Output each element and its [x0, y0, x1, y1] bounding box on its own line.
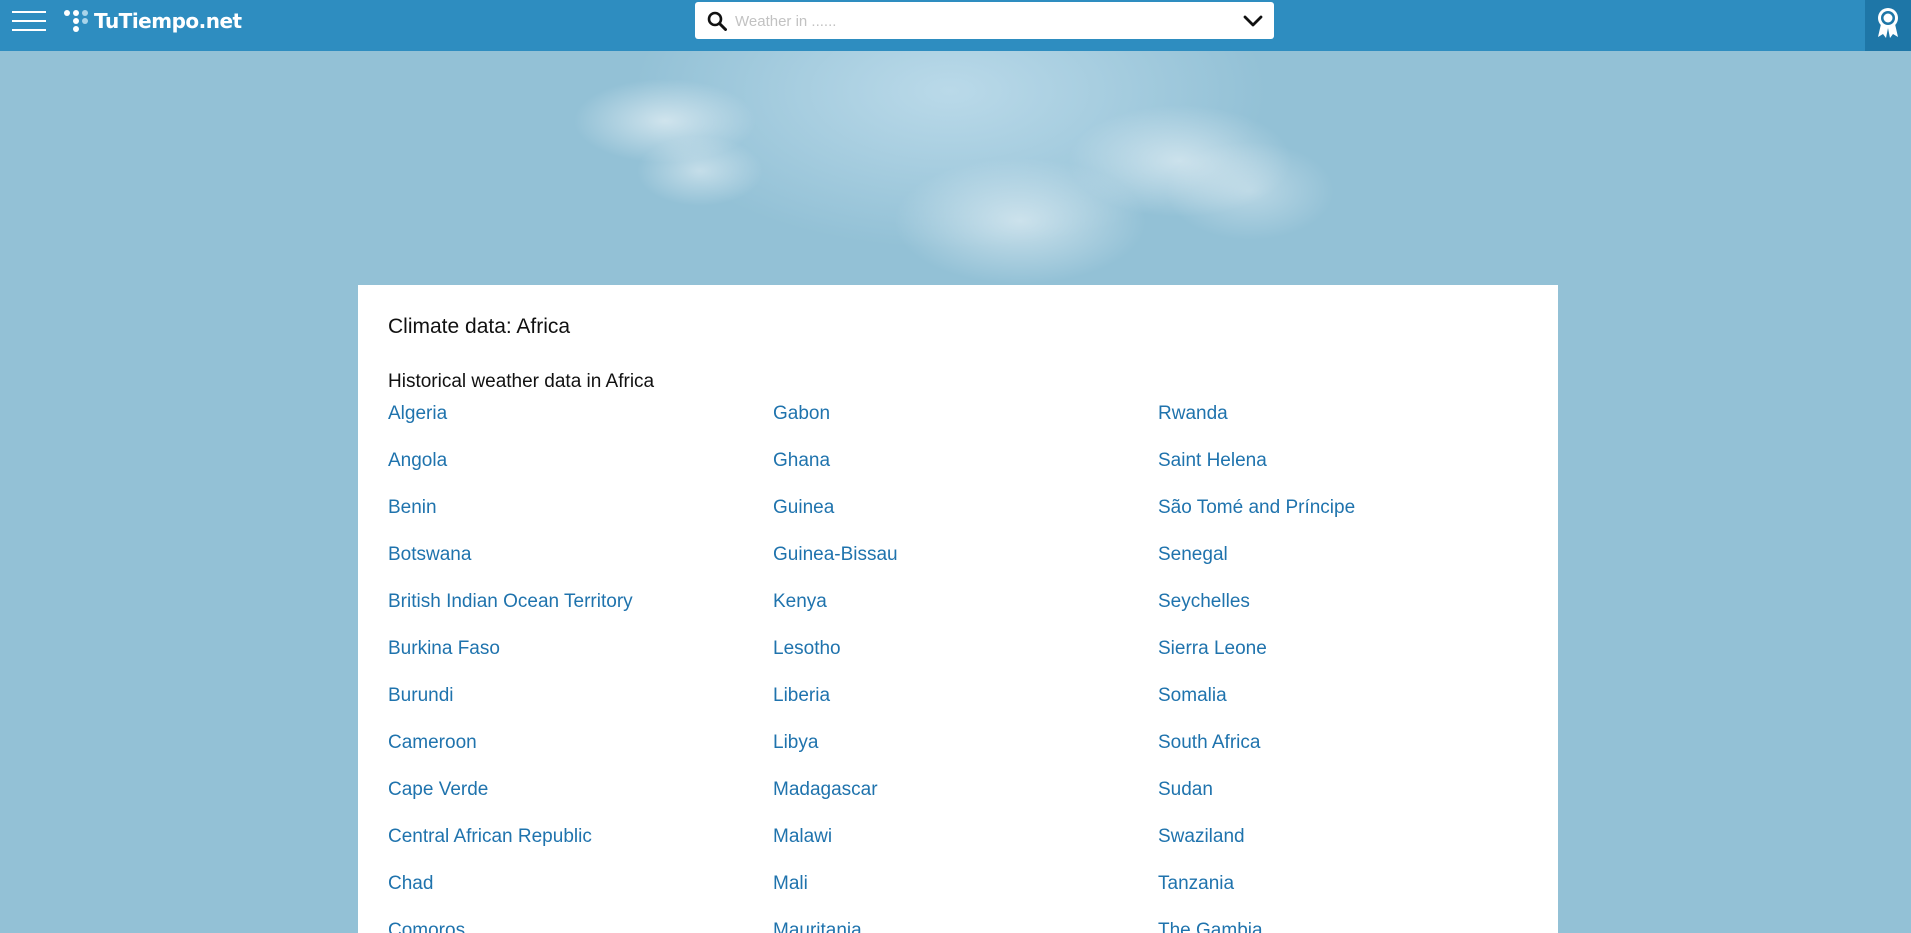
country-link[interactable]: Cameroon [388, 731, 773, 778]
country-link[interactable]: Chad [388, 872, 773, 919]
country-link[interactable]: São Tomé and Príncipe [1158, 496, 1543, 543]
logo-text: TuTiempo.net [94, 9, 242, 33]
country-link[interactable]: Lesotho [773, 637, 1158, 684]
country-link[interactable]: Sierra Leone [1158, 637, 1543, 684]
country-link[interactable]: Central African Republic [388, 825, 773, 872]
country-link[interactable]: The Gambia [1158, 919, 1543, 933]
country-link[interactable]: South Africa [1158, 731, 1543, 778]
country-link[interactable]: British Indian Ocean Territory [388, 590, 773, 637]
award-ribbon-icon [1878, 8, 1898, 38]
country-link[interactable]: Comoros [388, 919, 773, 933]
country-link[interactable]: Ghana [773, 449, 1158, 496]
site-logo[interactable]: TuTiempo.net [64, 4, 242, 38]
hamburger-menu-icon[interactable] [12, 11, 46, 35]
country-link[interactable]: Libya [773, 731, 1158, 778]
search-input[interactable] [733, 8, 1217, 35]
chevron-down-icon[interactable] [1242, 12, 1264, 30]
award-button[interactable] [1865, 0, 1911, 51]
page-title: Climate data: Africa [388, 315, 571, 338]
country-link[interactable]: Swaziland [1158, 825, 1543, 872]
country-link[interactable]: Somalia [1158, 684, 1543, 731]
country-link[interactable]: Gabon [773, 402, 1158, 449]
country-link[interactable]: Guinea [773, 496, 1158, 543]
country-list: Algeria Angola Benin Botswana British In… [388, 402, 1558, 933]
country-link[interactable]: Benin [388, 496, 773, 543]
country-link[interactable]: Mauritania [773, 919, 1158, 933]
country-link[interactable]: Botswana [388, 543, 773, 590]
country-link[interactable]: Burkina Faso [388, 637, 773, 684]
section-title: Historical weather data in Africa [388, 371, 655, 392]
country-link[interactable]: Algeria [388, 402, 773, 449]
country-link[interactable]: Burundi [388, 684, 773, 731]
logo-dots-icon [64, 10, 89, 32]
country-link[interactable]: Liberia [773, 684, 1158, 731]
country-link[interactable]: Senegal [1158, 543, 1543, 590]
search-box[interactable] [695, 2, 1274, 39]
content-panel: Climate data: Africa Historical weather … [358, 285, 1558, 933]
country-link[interactable]: Tanzania [1158, 872, 1543, 919]
country-link[interactable]: Kenya [773, 590, 1158, 637]
country-link[interactable]: Madagascar [773, 778, 1158, 825]
sky-banner [0, 51, 1911, 285]
country-link[interactable]: Rwanda [1158, 402, 1543, 449]
country-link[interactable]: Malawi [773, 825, 1158, 872]
search-icon[interactable] [707, 11, 727, 31]
country-link[interactable]: Seychelles [1158, 590, 1543, 637]
country-link[interactable]: Saint Helena [1158, 449, 1543, 496]
country-link[interactable]: Mali [773, 872, 1158, 919]
country-link[interactable]: Angola [388, 449, 773, 496]
top-bar: TuTiempo.net [0, 0, 1911, 51]
country-link[interactable]: Guinea-Bissau [773, 543, 1158, 590]
country-link[interactable]: Sudan [1158, 778, 1543, 825]
country-link[interactable]: Cape Verde [388, 778, 773, 825]
